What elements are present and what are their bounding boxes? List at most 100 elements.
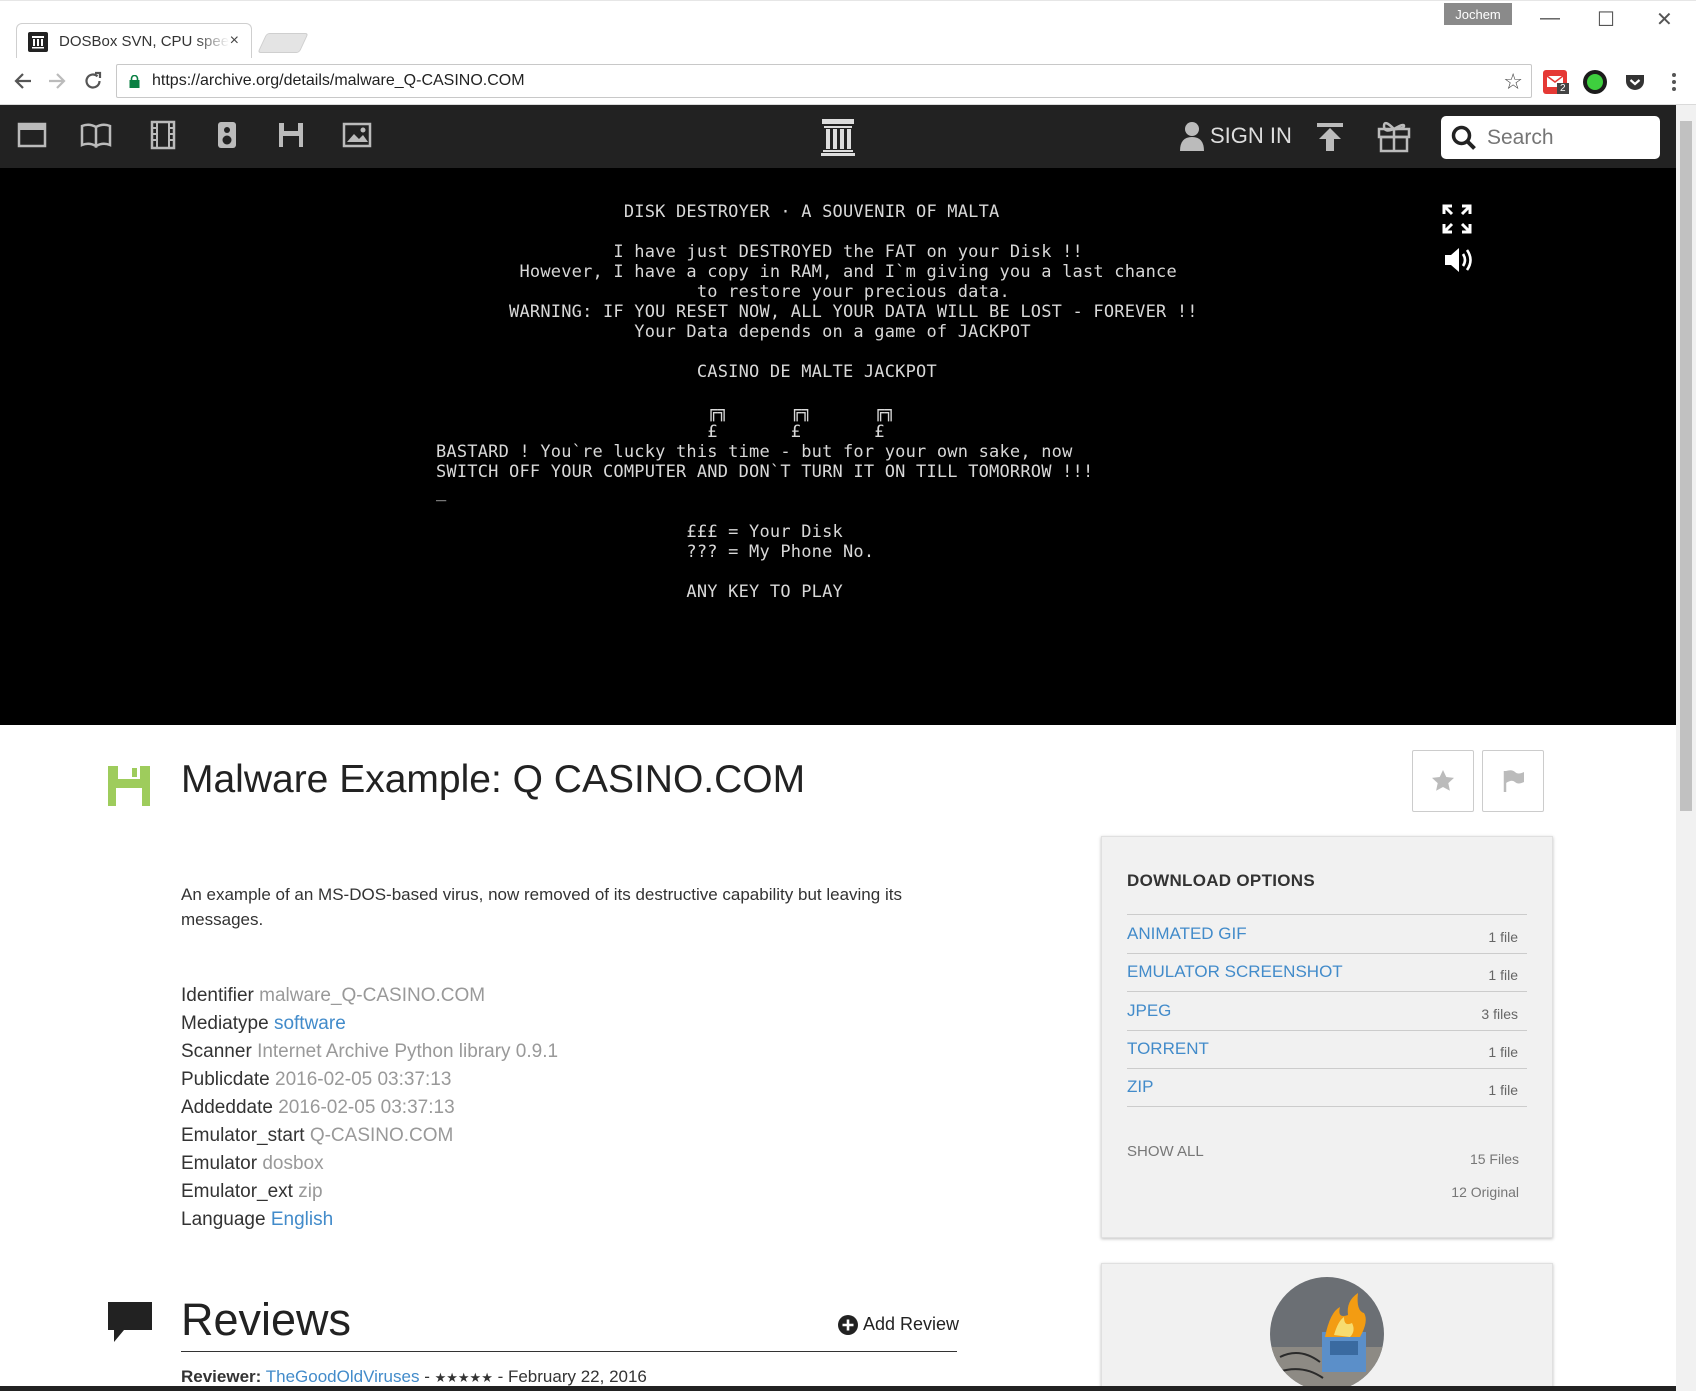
web-icon[interactable] <box>16 119 48 151</box>
audio-icon[interactable] <box>211 119 243 151</box>
review-byline: Reviewer: TheGoodOldViruses - ★★★★★ - Fe… <box>181 1367 647 1387</box>
page-scrollbar[interactable] <box>1676 105 1696 1391</box>
metadata-value: Internet Archive Python library 0.9.1 <box>257 1041 559 1062</box>
reload-icon <box>85 71 102 89</box>
internet-archive-logo-icon[interactable] <box>820 117 856 157</box>
review-stars: ★★★★★ <box>434 1370 493 1385</box>
user-icon <box>1180 122 1204 151</box>
metadata-key: Emulator <box>181 1153 258 1174</box>
dos-screen-line: Your Data depends on a game of JACKPOT <box>436 322 1031 342</box>
minimize-icon[interactable]: — <box>1540 7 1560 30</box>
fullscreen-icon[interactable] <box>1442 204 1472 234</box>
pocket-glyph <box>1626 75 1644 90</box>
url-text: https://archive.org/details/malware_Q-CA… <box>152 72 525 90</box>
download-format-row[interactable]: ZIP 1 file <box>1127 1068 1527 1107</box>
metadata-row: Addeddate 2016-02-05 03:37:13 <box>181 1094 558 1122</box>
favorite-button[interactable] <box>1412 750 1474 812</box>
url-host: https://archive.org <box>152 72 280 89</box>
format-file-count: 3 files <box>1481 1005 1518 1022</box>
pocket-icon[interactable] <box>1623 70 1647 94</box>
format-link[interactable]: TORRENT <box>1127 1039 1209 1059</box>
sign-in-link[interactable]: SIGN IN <box>1180 121 1292 151</box>
upload-icon[interactable] <box>1314 121 1346 153</box>
site-search-box[interactable] <box>1441 116 1660 159</box>
close-window-icon[interactable]: ✕ <box>1656 7 1673 32</box>
dos-screen-line: BASTARD ! You`re lucky this time - but f… <box>436 442 1073 462</box>
new-tab-button[interactable] <box>257 33 309 53</box>
review-date: February 22, 2016 <box>507 1367 647 1386</box>
uploader-avatar[interactable] <box>1270 1277 1384 1391</box>
address-bar[interactable]: https://archive.org/details/malware_Q-CA… <box>116 64 1532 98</box>
forward-arrow-icon <box>49 73 66 89</box>
dos-screen-line: ??? = My Phone No. <box>436 542 875 562</box>
dosbox-emulator-canvas[interactable]: DISK DESTROYER · A SOUVENIR OF MALTA I h… <box>0 168 1676 725</box>
dos-screen-line: £££ = Your Disk <box>436 522 843 542</box>
format-link[interactable]: JPEG <box>1127 1001 1171 1021</box>
volume-icon[interactable] <box>1442 244 1474 276</box>
dos-screen-line: _ <box>436 482 447 502</box>
original-files-count: 12 Original <box>1451 1184 1519 1200</box>
dos-screen-line: CASINO DE MALTE JACKPOT <box>436 362 937 382</box>
item-title: Malware Example: Q CASINO.COM <box>181 758 806 801</box>
browser-tab-active[interactable]: DOSBox SVN, CPU speed: 3000 cycles × <box>16 23 252 59</box>
format-link[interactable]: EMULATOR SCREENSHOT <box>1127 962 1343 982</box>
metadata-value: zip <box>298 1181 323 1202</box>
metadata-key: Addeddate <box>181 1097 273 1118</box>
maximize-icon[interactable]: ☐ <box>1597 7 1615 32</box>
download-options-title: DOWNLOAD OPTIONS <box>1127 871 1316 890</box>
metadata-value-link[interactable]: English <box>271 1209 333 1230</box>
reviews-divider <box>181 1351 957 1352</box>
archive-favicon-icon <box>28 31 48 52</box>
download-format-row[interactable]: EMULATOR SCREENSHOT 1 file <box>1127 952 1527 992</box>
metadata-value-link[interactable]: software <box>274 1013 346 1034</box>
bookmark-star-icon[interactable]: ☆ <box>1503 69 1523 95</box>
extension-badge: 2 <box>1557 83 1569 94</box>
bottom-strip <box>0 1386 1676 1391</box>
download-format-row[interactable]: TORRENT 1 file <box>1127 1029 1527 1069</box>
metadata-value: malware_Q-CASINO.COM <box>259 985 486 1006</box>
url-path: /details/malware_Q-CASINO.COM <box>279 72 525 89</box>
flag-button[interactable] <box>1482 750 1544 812</box>
dos-screen-line: DISK DESTROYER · A SOUVENIR OF MALTA <box>436 202 1000 222</box>
show-all-link[interactable]: SHOW ALL <box>1127 1143 1204 1160</box>
metadata-row: Mediatype software <box>181 1010 558 1038</box>
metadata-row: Emulator dosbox <box>181 1150 558 1178</box>
tab-close-icon[interactable]: × <box>230 32 239 50</box>
back-button[interactable] <box>8 66 38 96</box>
search-input[interactable] <box>1487 125 1647 150</box>
profile-badge[interactable]: Jochem <box>1444 3 1512 25</box>
forward-button[interactable] <box>42 66 72 96</box>
browser-menu-icon[interactable] <box>1664 70 1684 94</box>
metadata-key: Scanner <box>181 1041 252 1062</box>
software-icon[interactable] <box>275 119 307 151</box>
item-description: An example of an MS-DOS-based virus, now… <box>181 885 902 929</box>
add-review-button[interactable]: Add Review <box>838 1314 959 1335</box>
format-link[interactable]: ZIP <box>1127 1077 1153 1097</box>
scrollbar-thumb[interactable] <box>1680 121 1692 811</box>
software-mediatype-icon <box>108 766 150 806</box>
images-icon[interactable] <box>341 119 373 151</box>
dos-screen-line <box>436 562 1198 582</box>
total-files-count: 15 Files <box>1469 1151 1519 1167</box>
download-format-row[interactable]: JPEG 3 files <box>1127 991 1527 1030</box>
format-link[interactable]: ANIMATED GIF <box>1127 924 1247 944</box>
extension-mail-icon[interactable]: 2 <box>1543 70 1569 94</box>
texts-icon[interactable] <box>80 119 112 151</box>
video-icon[interactable] <box>147 119 179 151</box>
archive-topnav: SIGN IN <box>0 105 1676 168</box>
reviewer-label: Reviewer: <box>181 1367 262 1386</box>
favorite-star-icon <box>1432 770 1454 791</box>
flag-icon <box>1503 770 1524 792</box>
reload-button[interactable] <box>78 66 108 96</box>
extension-status-icon[interactable] <box>1583 70 1607 94</box>
reviews-title: Reviews <box>181 1294 352 1345</box>
reviewer-link[interactable]: TheGoodOldViruses <box>266 1367 420 1386</box>
metadata-key: Mediatype <box>181 1013 269 1034</box>
metadata-key: Emulator_start <box>181 1125 305 1146</box>
donate-gift-icon[interactable] <box>1377 119 1411 153</box>
metadata-row: Scanner Internet Archive Python library … <box>181 1038 558 1066</box>
dos-screen-line <box>436 222 1198 242</box>
metadata-value: 2016-02-05 03:37:13 <box>275 1069 452 1090</box>
download-format-row[interactable]: ANIMATED GIF 1 file <box>1127 914 1527 953</box>
metadata-key: Language <box>181 1209 266 1230</box>
